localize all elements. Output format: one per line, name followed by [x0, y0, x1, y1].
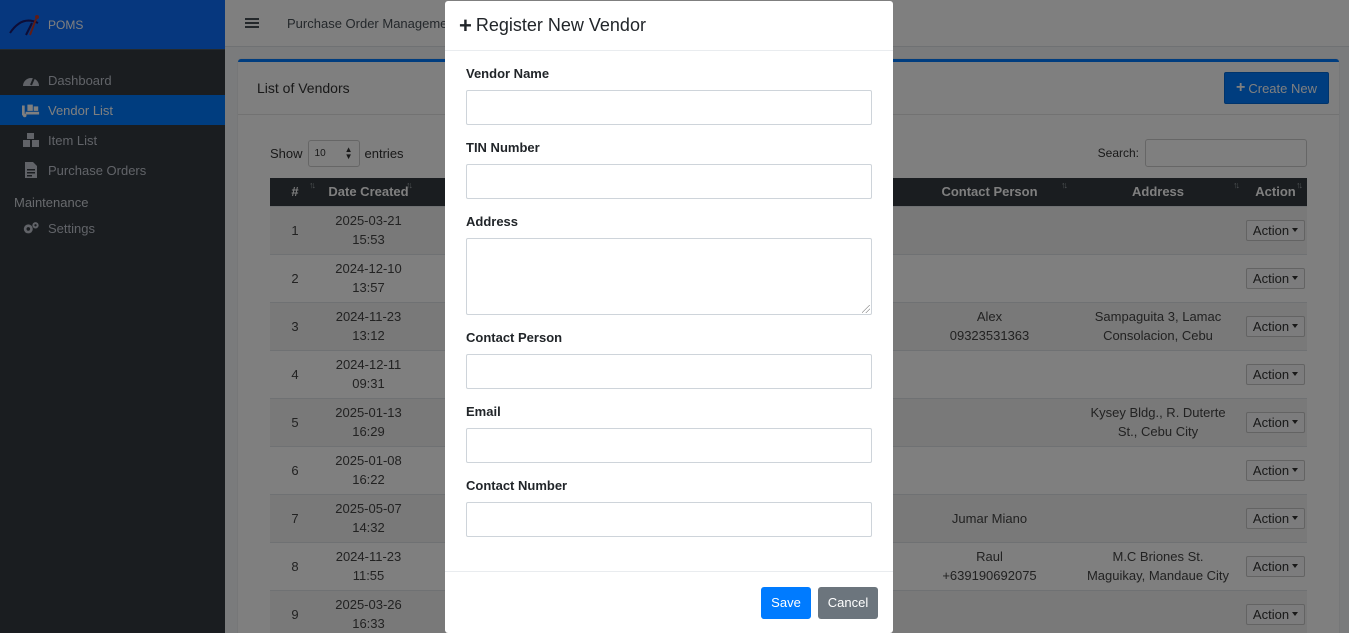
contact-person-group: Contact Person	[466, 329, 872, 389]
modal-footer: Save Cancel	[445, 571, 893, 633]
tin-group: TIN Number	[466, 139, 872, 199]
address-textarea[interactable]	[466, 238, 872, 315]
contact-number-label: Contact Number	[466, 478, 568, 493]
register-vendor-modal: + Register New Vendor Vendor Name TIN Nu…	[445, 1, 893, 633]
email-input[interactable]	[466, 428, 872, 463]
tin-input[interactable]	[466, 164, 872, 199]
modal-title-text: Register New Vendor	[475, 15, 646, 35]
modal-body: Vendor Name TIN Number Address Contact P…	[445, 51, 893, 537]
tin-label: TIN Number	[466, 140, 540, 155]
contact-number-group: Contact Number	[466, 477, 872, 537]
plus-icon: +	[459, 12, 472, 38]
vendor-name-group: Vendor Name	[466, 65, 872, 125]
save-button[interactable]: Save	[761, 586, 811, 619]
modal-title: + Register New Vendor	[459, 12, 646, 38]
resize-handle-icon[interactable]	[862, 305, 870, 313]
address-label: Address	[466, 214, 519, 229]
address-group: Address	[466, 213, 872, 315]
modal-header: + Register New Vendor	[445, 1, 893, 51]
email-group: Email	[466, 403, 872, 463]
contact-person-label: Contact Person	[466, 330, 563, 345]
vendor-name-label: Vendor Name	[466, 66, 550, 81]
vendor-name-input[interactable]	[466, 90, 872, 125]
contact-person-input[interactable]	[466, 354, 872, 389]
contact-number-input[interactable]	[466, 502, 872, 537]
cancel-button[interactable]: Cancel	[818, 586, 878, 619]
email-label: Email	[466, 404, 501, 419]
